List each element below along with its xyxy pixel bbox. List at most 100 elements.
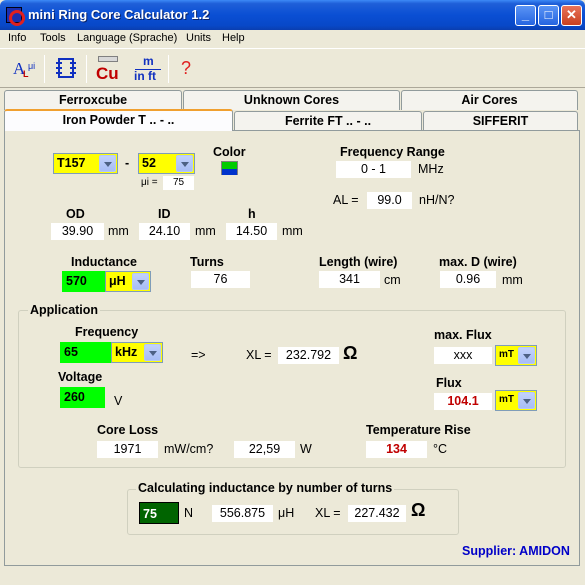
od-value: 39.90 [51, 223, 104, 240]
close-button[interactable]: ✕ [561, 5, 582, 26]
wire-length-label: Length (wire) [319, 255, 398, 269]
supplier-label: Supplier: AMIDON [462, 544, 570, 558]
wire-tool-button[interactable]: Cu [92, 54, 124, 84]
frequency-range-value: 0 - 1 [336, 161, 411, 178]
calc-xl-value: 227.432 [348, 505, 406, 522]
ring-core-icon [56, 58, 76, 78]
chevron-down-icon[interactable] [518, 392, 535, 409]
menu-units[interactable]: Units [186, 32, 211, 44]
core-size-select[interactable]: T157 [53, 153, 118, 174]
h-unit: mm [282, 224, 303, 238]
turns-unit: N [184, 506, 194, 520]
core-material-select[interactable]: 52 [138, 153, 195, 174]
inductance-input[interactable]: 570 [62, 271, 105, 292]
temperature-rise-unit: °C [433, 442, 448, 456]
inductance-unit-select[interactable]: μH [105, 271, 151, 292]
voltage-label: Voltage [58, 370, 103, 384]
help-tool-button[interactable]: ? [172, 54, 202, 84]
wire-length-value: 341 [319, 271, 380, 288]
turns-value: 76 [191, 271, 250, 288]
tab-iron-powder[interactable]: Iron Powder T .. - .. [4, 109, 233, 131]
xl-value: 232.792 [278, 347, 339, 364]
chevron-down-icon[interactable] [176, 155, 193, 172]
frequency-label: Frequency [75, 325, 139, 339]
window-title: mini Ring Core Calculator 1.2 [28, 7, 210, 22]
title-bar: mini Ring Core Calculator 1.2 _ □ ✕ [0, 0, 585, 30]
toolbar-separator [86, 55, 87, 83]
al-unit: nH/N? [419, 193, 455, 207]
id-label: ID [158, 207, 171, 221]
color-label: Color [213, 145, 246, 159]
arrow-label: => [191, 348, 206, 362]
core-color-swatch [221, 161, 238, 175]
toolbar-separator [168, 55, 169, 83]
toolbar-separator [44, 55, 45, 83]
ohm-icon: Ω [411, 500, 426, 520]
al-label: AL = [333, 193, 359, 207]
tab-ferroxcube[interactable]: Ferroxcube [4, 90, 182, 110]
menu-bar: Info Tools Language (Sprache) Units Help [0, 30, 585, 48]
wire-diameter-unit: mm [502, 273, 523, 287]
voltage-unit: V [114, 394, 123, 408]
core-loss-unit: mW/cm? [164, 442, 214, 456]
max-flux-unit-select[interactable]: mT [495, 345, 537, 366]
tab-ferrite[interactable]: Ferrite FT .. - .. [234, 111, 422, 131]
xl-label: XL = [246, 348, 272, 362]
maximize-button[interactable]: □ [538, 5, 559, 26]
frequency-input[interactable]: 65 [60, 342, 111, 363]
application-title: Application [28, 303, 101, 317]
inductance-label: Inductance [71, 255, 137, 269]
calc-inductance-value: 556.875 [212, 505, 273, 522]
menu-tools[interactable]: Tools [40, 32, 66, 44]
mu-label: μi = [141, 177, 158, 188]
wire-diameter-value: 0.96 [440, 271, 496, 288]
temperature-rise-value: 134 [366, 441, 427, 458]
flux-label: Flux [436, 376, 462, 390]
chevron-down-icon[interactable] [132, 273, 149, 290]
core-loss-watts-unit: W [300, 442, 312, 456]
temperature-rise-label: Temperature Rise [366, 423, 471, 437]
calc-inductance-unit: μH [278, 506, 295, 520]
od-unit: mm [108, 224, 129, 238]
chevron-down-icon[interactable] [518, 347, 535, 364]
chevron-down-icon[interactable] [99, 155, 116, 172]
calc-by-turns-title: Calculating inductance by number of turn… [136, 481, 395, 495]
turns-label: Turns [190, 255, 224, 269]
tab-air-cores[interactable]: Air Cores [401, 90, 578, 110]
al-value: 99.0 [367, 192, 412, 209]
wire-icon [98, 56, 118, 62]
units-tool-button[interactable]: m in ft [131, 54, 165, 84]
menu-help[interactable]: Help [222, 32, 245, 44]
wire-length-unit: cm [384, 273, 401, 287]
h-label: h [248, 207, 256, 221]
menu-info[interactable]: Info [8, 32, 26, 44]
frequency-range-unit: MHz [418, 162, 444, 176]
tab-unknown-cores[interactable]: Unknown Cores [183, 90, 400, 110]
wire-diameter-label: max. D (wire) [439, 255, 517, 269]
h-value: 14.50 [226, 223, 277, 240]
frequency-unit-select[interactable]: kHz [111, 342, 163, 363]
chevron-down-icon[interactable] [144, 344, 161, 361]
flux-unit-select[interactable]: mT [495, 390, 537, 411]
frequency-range-label: Frequency Range [340, 145, 445, 159]
od-label: OD [66, 207, 85, 221]
tab-sifferit[interactable]: SIFFERIT [423, 111, 578, 131]
ohm-icon: Ω [343, 343, 358, 363]
menu-language[interactable]: Language (Sprache) [77, 32, 177, 44]
voltage-input[interactable]: 260 [60, 387, 105, 408]
core-loss-label: Core Loss [97, 423, 159, 437]
help-icon: ? [181, 58, 192, 78]
turns-input[interactable]: 75 [139, 502, 179, 524]
toolbar: A L μi Cu m in ft ? [0, 48, 585, 88]
core-loss-watts-value: 22,59 [234, 441, 295, 458]
minimize-button[interactable]: _ [515, 5, 536, 26]
max-flux-label: max. Flux [434, 328, 492, 342]
calc-xl-label: XL = [315, 506, 341, 520]
app-icon[interactable] [6, 7, 25, 26]
id-value: 24.10 [139, 223, 190, 240]
ring-core-tool-button[interactable] [51, 54, 81, 84]
mu-value: 75 [163, 176, 194, 190]
al-mu-tool-button[interactable]: A L μi [10, 54, 40, 84]
max-flux-value: xxx [434, 347, 492, 364]
id-unit: mm [195, 224, 216, 238]
